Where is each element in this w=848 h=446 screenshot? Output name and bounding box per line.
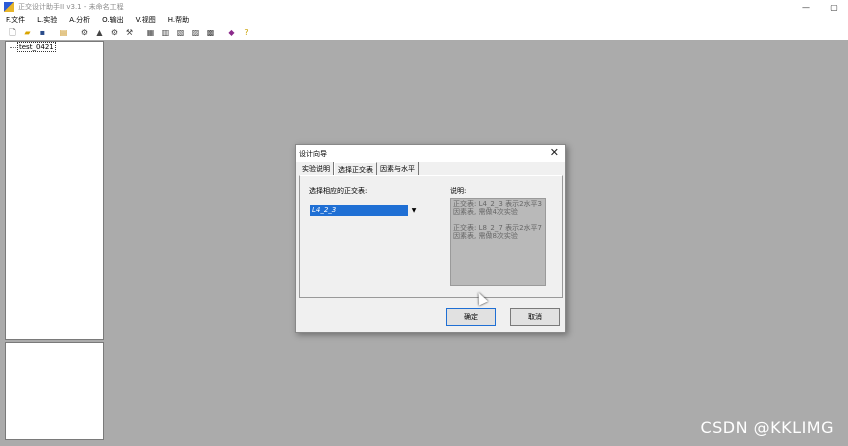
- project-tree[interactable]: test_0421: [5, 41, 104, 340]
- description-box: 正交表: L4_2_3 表示2水平3因素表, 需做4次实验 正交表: L8_2_…: [450, 198, 546, 286]
- maximize-button[interactable]: ▢: [820, 0, 848, 14]
- title-bar: 正交设计助手II v3.1 - 未命名工程 — ▢: [0, 0, 848, 14]
- app-icon: [4, 2, 14, 12]
- dialog-title: 设计向导: [299, 150, 327, 158]
- menu-analysis[interactable]: A.分析: [69, 15, 90, 25]
- mouse-cursor-icon: [473, 290, 489, 306]
- graph-icon[interactable]: ▧: [176, 28, 185, 37]
- ok-button[interactable]: 确定: [446, 308, 496, 326]
- tree-item-label: test_0421: [17, 42, 56, 52]
- window-title: 正交设计助手II v3.1 - 未命名工程: [18, 3, 124, 11]
- design-wizard-dialog: 设计向导 ✕ 实验说明 选择正交表 因素与水平 选择相应的正交表: L4_2_3…: [295, 144, 566, 333]
- copy-icon[interactable]: ▤: [59, 28, 68, 37]
- orthogonal-table-select[interactable]: L4_2_3 ▼: [310, 205, 420, 216]
- tab-select-orthogonal-table[interactable]: 选择正交表: [334, 162, 377, 176]
- close-icon[interactable]: ✕: [550, 146, 559, 160]
- minimize-button[interactable]: —: [792, 0, 820, 14]
- selected-table-value[interactable]: L4_2_3: [310, 205, 408, 216]
- description-label: 说明:: [450, 187, 467, 195]
- dialog-titlebar[interactable]: 设计向导 ✕: [296, 145, 565, 162]
- tab-strip: 实验说明 选择正交表 因素与水平: [299, 162, 419, 176]
- wizard-icon[interactable]: ⚒: [125, 28, 134, 37]
- menu-help[interactable]: H.帮助: [168, 15, 189, 25]
- info-pane: [5, 342, 104, 440]
- tree-connector: [10, 46, 16, 48]
- menu-output[interactable]: O.输出: [102, 15, 123, 25]
- menu-bar: F.文件 L.实验 A.分析 O.输出 V.视图 H.帮助: [0, 14, 848, 25]
- description-line: 正交表: L8_2_7 表示2水平7因素表, 需做8次实验: [453, 224, 542, 240]
- report-icon[interactable]: ▥: [161, 28, 170, 37]
- book-icon[interactable]: ◆: [227, 28, 236, 37]
- print-icon[interactable]: ▩: [206, 28, 215, 37]
- toolbar: 🗋 ▰ ▪ ▤ ⚙ ▲ ⚙ ⚒ ▦ ▥ ▧ ▨ ▩ ◆ ?: [0, 25, 848, 40]
- menu-experiment[interactable]: L.实验: [37, 15, 57, 25]
- table-icon[interactable]: ▦: [146, 28, 155, 37]
- tab-experiment-info[interactable]: 实验说明: [299, 162, 334, 175]
- tree-item[interactable]: test_0421: [10, 42, 56, 52]
- tab-factors-levels[interactable]: 因素与水平: [377, 162, 419, 175]
- select-table-label: 选择相应的正交表:: [309, 187, 368, 195]
- new-file-icon[interactable]: 🗋: [8, 28, 17, 37]
- open-folder-icon[interactable]: ▰: [23, 28, 32, 37]
- window-controls: — ▢: [792, 0, 848, 14]
- description-line: 正交表: L4_2_3 表示2水平3因素表, 需做4次实验: [453, 200, 542, 216]
- gear-icon[interactable]: ⚙: [80, 28, 89, 37]
- export-icon[interactable]: ▨: [191, 28, 200, 37]
- menu-file[interactable]: F.文件: [6, 15, 25, 25]
- chart-icon[interactable]: ▲: [95, 28, 104, 37]
- cancel-button[interactable]: 取消: [510, 308, 560, 326]
- watermark: CSDN @KKLIMG: [700, 418, 834, 437]
- help-icon[interactable]: ?: [242, 28, 251, 37]
- save-icon[interactable]: ▪: [38, 28, 47, 37]
- menu-view[interactable]: V.视图: [136, 15, 156, 25]
- tab-panel: 选择相应的正交表: L4_2_3 ▼ 说明: 正交表: L4_2_3 表示2水平…: [299, 175, 563, 306]
- chevron-down-icon[interactable]: ▼: [408, 205, 420, 216]
- settings-icon[interactable]: ⚙: [110, 28, 119, 37]
